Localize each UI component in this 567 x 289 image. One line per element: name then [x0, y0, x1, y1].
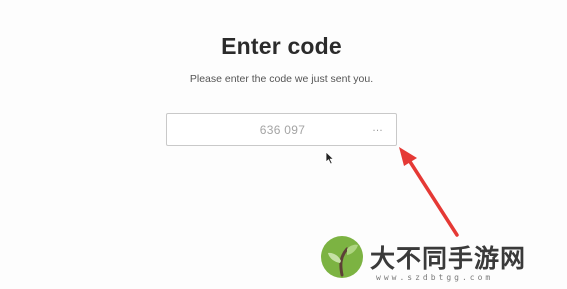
watermark-url: www.szdbtgg.com	[376, 273, 494, 282]
ellipsis-icon[interactable]: …	[372, 122, 383, 134]
site-watermark: 大不同手游网 www.szdbtgg.com	[318, 233, 563, 285]
red-arrow-icon	[399, 147, 459, 237]
code-input[interactable]: 636 097 …	[166, 113, 397, 146]
watermark-text: 大不同手游网	[370, 244, 527, 273]
mouse-pointer-icon	[325, 151, 335, 165]
verification-screen: Enter code Please enter the code we just…	[0, 0, 567, 289]
page-subtitle: Please enter the code we just sent you.	[189, 73, 374, 85]
leaf-logo-icon	[321, 236, 363, 278]
page-title: Enter code	[221, 33, 342, 59]
code-input-value[interactable]: 636 097	[167, 123, 398, 137]
